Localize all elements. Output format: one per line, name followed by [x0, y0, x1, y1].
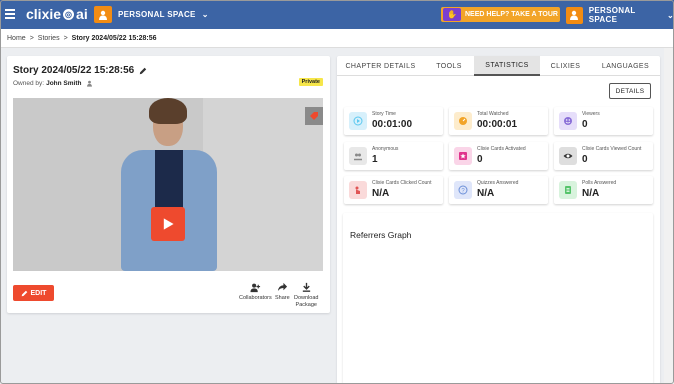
- stat-card-story-time: Story Time 00:01:00: [344, 107, 443, 135]
- play-circle-icon: [349, 112, 367, 130]
- stat-value: N/A: [372, 188, 390, 199]
- tab-chapter-details[interactable]: CHAPTER DETAILS: [337, 56, 424, 76]
- details-button[interactable]: DETAILS: [609, 83, 651, 99]
- breadcrumb-current: Story 2024/05/22 15:28:56: [71, 34, 157, 42]
- download-label-line2: Package: [295, 301, 317, 308]
- collaborators-icon: [250, 283, 260, 293]
- help-tour-label: NEED HELP? TAKE A TOUR: [465, 11, 558, 18]
- referrers-graph-title: Referrers Graph: [350, 230, 412, 240]
- logo-dot-icon: ◎: [63, 8, 75, 20]
- stat-label: Clixie Cards Viewed Count: [582, 146, 642, 152]
- download-icon: [302, 282, 310, 292]
- logo[interactable]: clixie ◎ ai: [26, 6, 88, 22]
- stat-value: N/A: [477, 188, 495, 199]
- statistics-panel: CHAPTER DETAILS TOOLS STATISTICS CLIXIES…: [337, 56, 660, 384]
- eye-icon: [559, 147, 577, 165]
- stat-value: 00:00:01: [477, 119, 518, 130]
- download-package-button[interactable]: Download Package: [294, 282, 318, 308]
- referrers-graph-card: Referrers Graph: [343, 213, 653, 384]
- owner-line: Owned by: John Smith: [13, 80, 93, 87]
- collaborators-button[interactable]: Collaborators: [239, 282, 272, 302]
- story-card: Story 2024/05/22 15:28:56 Owned by: John…: [7, 56, 330, 313]
- stat-card-viewers: Viewers 0: [554, 107, 653, 135]
- collaborators-label: Collaborators: [239, 295, 272, 301]
- stat-value: 0: [477, 154, 483, 165]
- stat-card-cards-viewed: Clixie Cards Viewed Count 0: [554, 142, 653, 170]
- stat-label: Clixie Cards Activated: [477, 146, 526, 152]
- help-tour-button[interactable]: ✋ NEED HELP? TAKE A TOUR: [441, 7, 560, 22]
- stat-label: Story Time: [372, 111, 396, 117]
- quiz-icon: ?: [454, 181, 472, 199]
- logo-text: clixie: [26, 6, 62, 22]
- share-label: Share: [275, 295, 290, 301]
- wave-hand-icon: ✋: [443, 8, 461, 21]
- privacy-badge: Private: [298, 78, 323, 86]
- timer-icon: [454, 112, 472, 130]
- play-button[interactable]: [151, 207, 185, 241]
- stat-label: Polls Answered: [582, 180, 617, 186]
- stat-card-cards-clicked: Clixie Cards Clicked Count N/A: [344, 176, 443, 204]
- stat-label: Anonymous: [372, 146, 399, 152]
- stat-card-cards-activated: Clixie Cards Activated 0: [449, 142, 548, 170]
- tab-statistics[interactable]: STATISTICS: [474, 56, 540, 76]
- stat-value: N/A: [582, 188, 600, 199]
- stat-label: Quizzes Answered: [477, 180, 519, 186]
- stat-label: Total Watched: [477, 111, 509, 117]
- workspace-selector-left[interactable]: PERSONAL SPACE ⌄: [94, 6, 209, 23]
- tab-languages[interactable]: LANGUAGES: [591, 56, 660, 76]
- stat-card-total-watched: Total Watched 00:00:01: [449, 107, 548, 135]
- anonymous-icon: [349, 147, 367, 165]
- viewers-icon: [559, 112, 577, 130]
- stat-value: 1: [372, 154, 378, 165]
- video-player[interactable]: [13, 98, 323, 271]
- click-icon: [349, 181, 367, 199]
- workspace-selector-right[interactable]: PERSONAL SPACE ⌄: [566, 6, 674, 24]
- page-scrollbar[interactable]: [664, 48, 674, 384]
- video-person-hair: [149, 98, 187, 124]
- breadcrumb-home[interactable]: Home: [7, 35, 26, 42]
- chevron-down-icon: ⌄: [666, 10, 674, 20]
- stat-label: Clixie Cards Clicked Count: [372, 180, 432, 186]
- workspace-label: PERSONAL SPACE: [588, 6, 636, 24]
- tab-bar: CHAPTER DETAILS TOOLS STATISTICS CLIXIES…: [337, 56, 660, 76]
- breadcrumb-stories[interactable]: Stories: [38, 35, 60, 42]
- owned-by-label: Owned by:: [13, 80, 45, 87]
- tag-icon: [310, 112, 318, 120]
- logo-suffix: ai: [76, 6, 88, 22]
- edit-button[interactable]: EDIT: [13, 285, 54, 301]
- share-button[interactable]: Share: [275, 282, 290, 302]
- user-avatar-icon: [94, 6, 112, 23]
- tab-tools[interactable]: TOOLS: [424, 56, 474, 76]
- top-navbar: clixie ◎ ai PERSONAL SPACE ⌄ ✋ NEED HELP…: [0, 0, 674, 29]
- person-icon: [87, 80, 93, 87]
- pencil-icon[interactable]: [139, 67, 147, 75]
- menu-icon[interactable]: [5, 9, 15, 19]
- owner-name: John Smith: [46, 80, 82, 87]
- tab-clixies[interactable]: CLIXIES: [540, 56, 591, 76]
- stat-card-quizzes-answered: ? Quizzes Answered N/A: [449, 176, 548, 204]
- stat-value: 0: [582, 154, 588, 165]
- breadcrumb-separator: >: [29, 34, 34, 42]
- share-icon: [277, 282, 287, 292]
- breadcrumb: Home > Stories > Story 2024/05/22 15:28:…: [0, 29, 674, 48]
- workspace-label: PERSONAL SPACE: [118, 10, 196, 19]
- chevron-down-icon: ⌄: [201, 10, 209, 19]
- pencil-icon: [21, 290, 27, 296]
- stat-label: Viewers: [582, 111, 600, 117]
- play-icon: [163, 218, 174, 230]
- edit-button-label: EDIT: [30, 289, 47, 297]
- stat-value: 00:01:00: [372, 119, 413, 130]
- breadcrumb-separator: >: [63, 34, 68, 42]
- poll-icon: [559, 181, 577, 199]
- stat-card-anonymous: Anonymous 1: [344, 142, 443, 170]
- video-tag-button[interactable]: [305, 107, 323, 125]
- user-avatar-icon: [566, 6, 583, 24]
- cards-activated-icon: [454, 147, 472, 165]
- story-title-text: Story 2024/05/22 15:28:56: [13, 65, 135, 76]
- stat-value: 0: [582, 119, 588, 130]
- story-title: Story 2024/05/22 15:28:56: [13, 65, 147, 76]
- stat-card-polls-answered: Polls Answered N/A: [554, 176, 653, 204]
